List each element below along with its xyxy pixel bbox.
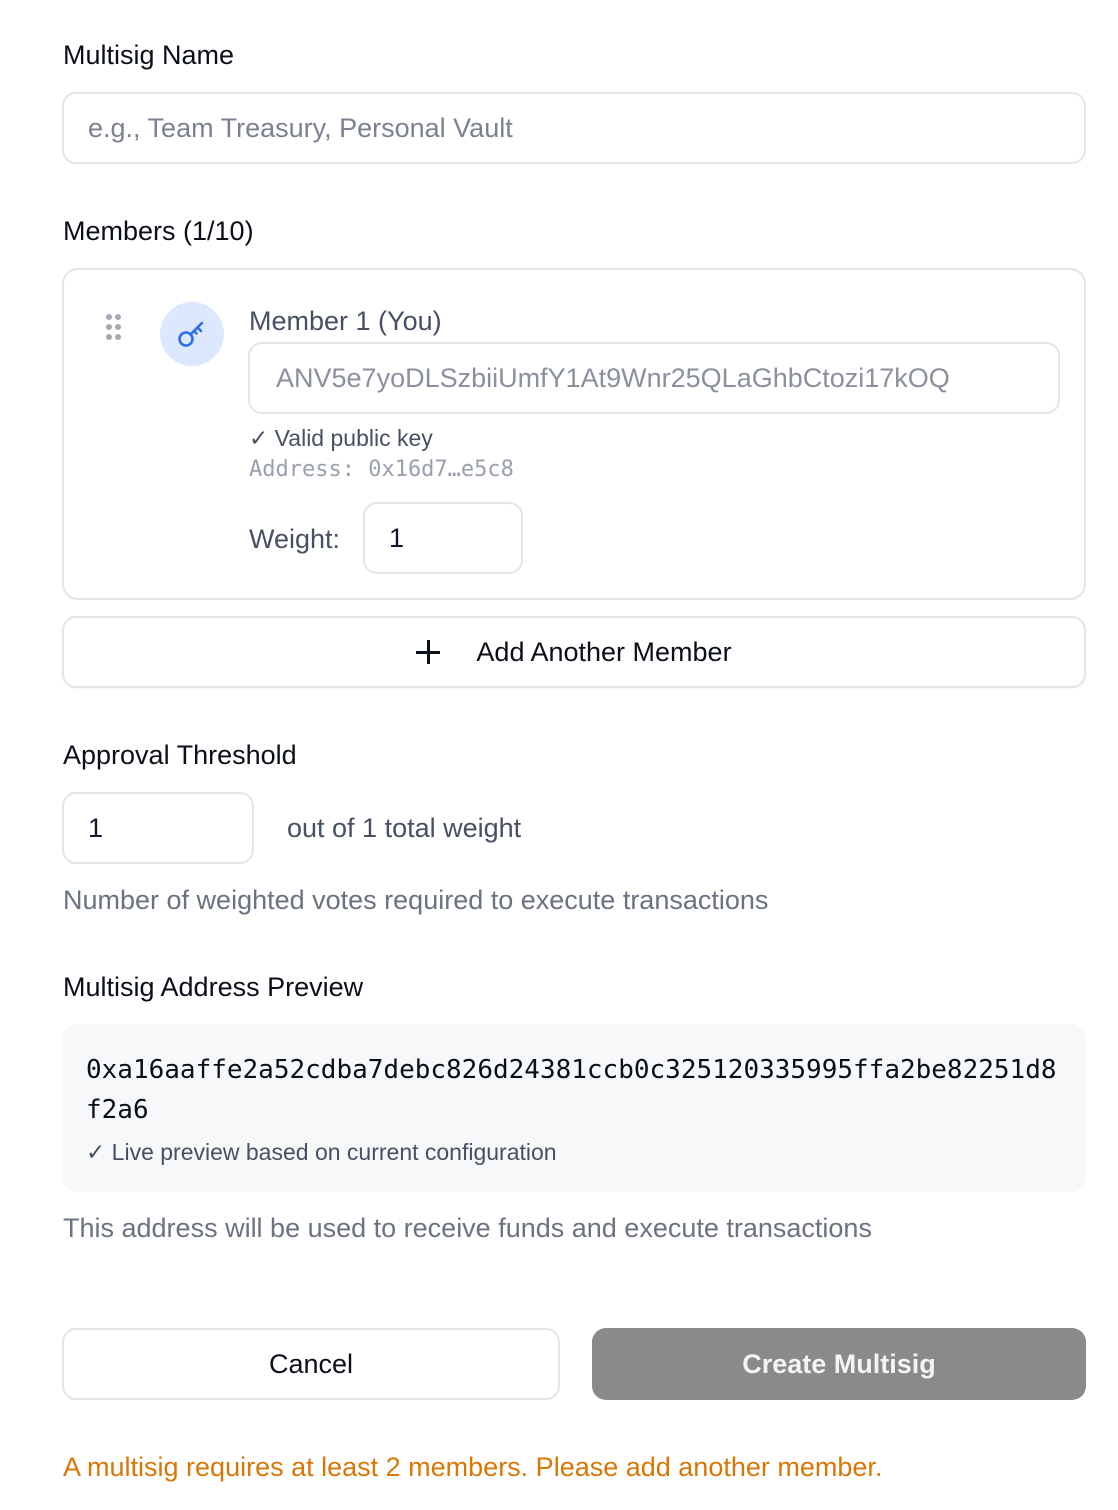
weight-input[interactable] — [363, 502, 523, 574]
address-preview-box: 0xa16aaffe2a52cdba7debc826d24381ccb0c325… — [62, 1024, 1086, 1192]
multisig-address: 0xa16aaffe2a52cdba7debc826d24381ccb0c325… — [86, 1055, 1057, 1125]
public-key-input[interactable] — [248, 342, 1060, 414]
threshold-label: Approval Threshold — [63, 740, 297, 770]
multisig-name-label: Multisig Name — [63, 40, 235, 70]
create-multisig-button[interactable]: Create Multisig — [592, 1328, 1086, 1400]
key-icon — [160, 302, 224, 366]
plus-icon — [416, 640, 441, 664]
add-member-label: Add Another Member — [476, 636, 732, 667]
add-member-button[interactable]: Add Another Member — [62, 616, 1086, 688]
preview-help: This address will be used to receive fun… — [63, 1213, 872, 1243]
drag-handle-icon[interactable] — [106, 314, 122, 340]
member-label: Member 1 (You) — [249, 306, 442, 336]
preview-note: ✓ Live preview based on current configur… — [86, 1139, 557, 1165]
member-card: Member 1 (You) ✓ Valid public key Addres… — [62, 268, 1086, 600]
members-heading: Members (1/10) — [63, 216, 254, 246]
weight-label: Weight: — [249, 524, 341, 554]
member-address: Address: 0x16d7…e5c8 — [249, 457, 514, 482]
total-weight-text: out of 1 total weight — [287, 813, 522, 843]
error-message: A multisig requires at least 2 members. … — [63, 1452, 883, 1482]
validation-status: ✓ Valid public key — [249, 425, 433, 451]
threshold-input[interactable] — [62, 792, 254, 864]
cancel-button[interactable]: Cancel — [62, 1328, 560, 1400]
multisig-name-input[interactable] — [62, 92, 1086, 164]
threshold-help: Number of weighted votes required to exe… — [63, 885, 769, 915]
preview-label: Multisig Address Preview — [63, 972, 364, 1002]
